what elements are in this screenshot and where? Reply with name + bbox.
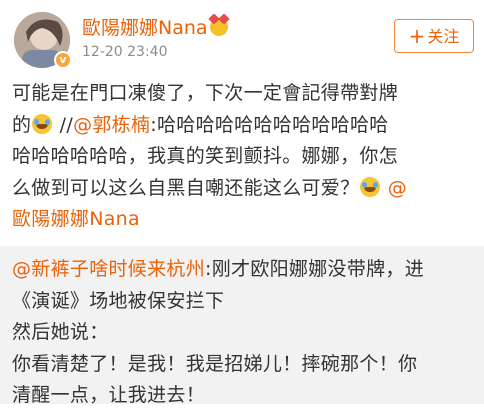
post-content: 可能是在門口凍傻了，下次一定會記得帶對牌的 //@郭栋楠:哈哈哈哈哈哈哈哈哈哈哈…: [12, 78, 474, 236]
repost-line: 你看清楚了！是我！我是招娣儿！摔碗那个！你: [12, 349, 474, 381]
post-line: 可能是在門口凍傻了，下次一定會記得帶對牌: [12, 78, 474, 110]
vip-emoji-icon: [209, 18, 228, 36]
mention-link[interactable]: 歐陽娜娜Nana: [12, 208, 140, 230]
repost-line: 清醒一点，让我进去！: [12, 380, 474, 412]
username-text[interactable]: 歐陽娜娜Nana: [82, 17, 208, 39]
repost-line: 然后她说：: [12, 317, 474, 349]
repost-text: 然后她说：: [12, 321, 109, 343]
repost-text: 你看清楚了！是我！我是招娣儿！摔碗那个！你: [12, 352, 418, 375]
post-line: 歐陽娜娜Nana: [12, 204, 474, 236]
post-text: 么做到可以这么自黑自嘲还能这么可爱？: [12, 176, 360, 199]
post-text: 的: [12, 113, 32, 136]
follow-button[interactable]: + 关注: [394, 19, 474, 53]
mention-link[interactable]: @: [388, 177, 407, 199]
laugh-cry-emoji-icon: [360, 176, 381, 197]
post-timestamp: 12-20 23:40: [82, 44, 168, 60]
username[interactable]: 歐陽娜娜Nana: [82, 13, 228, 40]
post-line: 么做到可以这么自黑自嘲还能这么可爱？ @: [12, 173, 474, 205]
repost-line: @新裤子啥时候来杭州:刚才欧阳娜娜没带牌，进: [12, 254, 474, 286]
repost-text: 《演诞》场地被保安拦下: [12, 289, 225, 312]
repost-content: @新裤子啥时候来杭州:刚才欧阳娜娜没带牌，进《演诞》场地被保安拦下 然后她说： 你看…: [12, 254, 474, 412]
verified-badge-icon: v: [54, 51, 72, 69]
laugh-cry-emoji-icon: [32, 113, 53, 134]
weibo-post: v 歐陽娜娜Nana 12-20 23:40 + 关注 可能是在門口凍傻了，下次一…: [0, 0, 484, 406]
follow-label: 关注: [427, 27, 460, 46]
mention-link[interactable]: @新裤子啥时候来杭州: [12, 258, 205, 280]
repost-text: :刚才欧阳娜娜没带牌，进: [205, 258, 425, 280]
repost-text: 清醒一点，让我进去！: [12, 384, 206, 406]
repost-card[interactable]: @新裤子啥时候来杭州:刚才欧阳娜娜没带牌，进《演诞》场地被保安拦下 然后她说： 你看…: [0, 246, 484, 406]
plus-icon: +: [408, 24, 426, 48]
post-line: 的 //@郭栋楠:哈哈哈哈哈哈哈哈哈哈哈哈: [12, 110, 474, 142]
mention-link[interactable]: @郭栋楠: [73, 114, 150, 136]
post-text: 哈哈哈哈哈哈，我真的笑到颤抖。娜娜，你怎: [12, 145, 399, 167]
post-text: 可能是在門口凍傻了，下次一定會記得帶對牌: [12, 82, 399, 104]
post-line: 哈哈哈哈哈哈，我真的笑到颤抖。娜娜，你怎: [12, 141, 474, 173]
post-text: //: [53, 113, 74, 136]
avatar-container[interactable]: v: [14, 12, 72, 69]
post-text: :哈哈哈哈哈哈哈哈哈哈哈哈: [150, 113, 389, 136]
repost-line: 《演诞》场地被保安拦下: [12, 286, 474, 318]
